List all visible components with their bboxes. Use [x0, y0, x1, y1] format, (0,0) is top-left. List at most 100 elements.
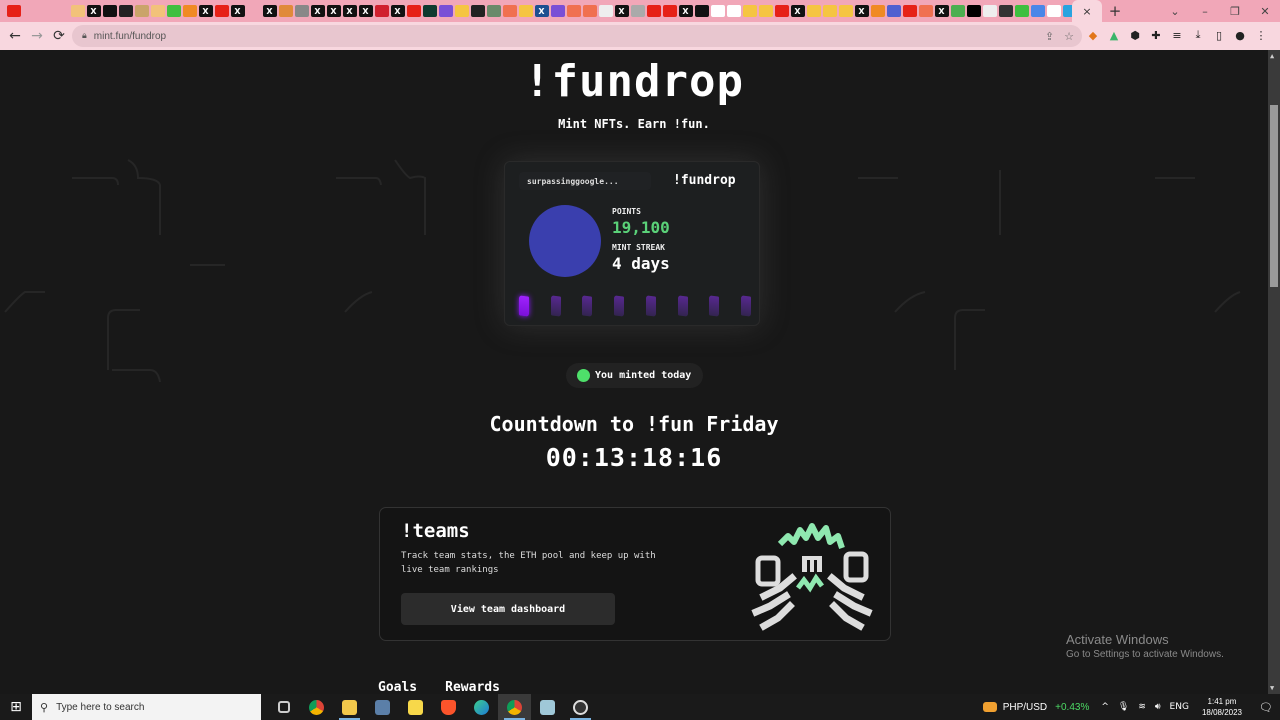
tab-goals[interactable]: Goals [378, 680, 417, 694]
tab-favicon-asterisk-icon[interactable] [54, 5, 69, 17]
tab-favicon-yellow-icon[interactable] [838, 5, 853, 17]
taskbar-calculator[interactable] [366, 694, 399, 720]
tab-favicon-x-icon[interactable]: X [326, 5, 341, 17]
start-button[interactable]: ⊞ [0, 699, 32, 715]
reload-button[interactable]: ⟳ [48, 28, 70, 44]
forward-button[interactable]: → [26, 28, 48, 44]
tab-favicon-emoji-icon[interactable] [150, 5, 165, 17]
tab-favicon-white-icon[interactable] [982, 5, 997, 17]
tab-search-button[interactable]: ⌄ [1160, 5, 1190, 18]
taskbar-edge[interactable] [465, 694, 498, 720]
tab-favicon-x-icon[interactable]: X [310, 5, 325, 17]
tab-favicon-yellow-icon[interactable] [742, 5, 757, 17]
address-bar[interactable]: 🔒︎ mint.fun/fundrop ⇪ ☆ [72, 25, 1082, 47]
tab-favicon-x-icon[interactable]: X [342, 5, 357, 17]
wifi-icon[interactable]: ≋ [1138, 702, 1146, 712]
tab-favicon-chat-icon[interactable] [550, 5, 565, 17]
taskbar-obs[interactable] [564, 694, 597, 720]
tab-favicon-white-icon[interactable] [598, 5, 613, 17]
scroll-up-icon[interactable]: ▲ [1270, 52, 1274, 60]
page-scrollbar[interactable]: ▲ ▼ [1268, 50, 1280, 694]
tab-favicon-x-icon[interactable]: X [614, 5, 629, 17]
tab-favicon-orange-icon[interactable] [870, 5, 885, 17]
tab-favicon-yellow-icon[interactable] [806, 5, 821, 17]
tab-favicon-orange-square-icon[interactable] [278, 5, 293, 17]
share-icon[interactable]: ⇪ [1045, 30, 1054, 43]
profile-icon[interactable]: ● [1233, 28, 1247, 42]
puzzle-icon[interactable]: ✚ [1149, 28, 1163, 42]
lock-icon[interactable]: 🔒︎ [82, 31, 87, 41]
tab-favicon-mug-icon[interactable] [918, 5, 933, 17]
taskbar-chrome[interactable] [300, 694, 333, 720]
tab-favicon-x-icon[interactable]: X [390, 5, 405, 17]
tab-favicon-sep-icon[interactable] [38, 5, 53, 17]
close-window-button[interactable]: ✕ [1250, 5, 1280, 18]
menu-icon[interactable]: ⋮ [1254, 28, 1268, 42]
new-tab-button[interactable]: + [1102, 2, 1128, 20]
tab-favicon-medium-dark-icon[interactable] [694, 5, 709, 17]
language-indicator[interactable]: ENG [1170, 702, 1189, 712]
tab-favicon-black-icon[interactable] [966, 5, 981, 17]
extension-shield-icon[interactable]: ⬢ [1128, 28, 1142, 42]
tab-favicon-globe-icon[interactable] [294, 5, 309, 17]
tab-favicon-x-icon[interactable]: X [230, 5, 245, 17]
clock[interactable]: 1:41 pm 18/08/2023 [1202, 696, 1242, 718]
tab-favicon-yellow-icon[interactable] [518, 5, 533, 17]
tab-favicon-x-icon[interactable]: X [790, 5, 805, 17]
media-icon[interactable]: ≡ [1170, 28, 1184, 42]
tab-favicon-a-icon[interactable] [726, 5, 741, 17]
tab-favicon-x-icon[interactable]: X [678, 5, 693, 17]
tab-favicon-google-icon[interactable] [1046, 5, 1061, 17]
tab-favicon-ext-icon[interactable] [22, 5, 37, 17]
scroll-down-icon[interactable]: ▼ [1270, 684, 1274, 692]
taskbar-chrome-profile[interactable] [498, 694, 531, 720]
metamask-icon[interactable]: ◆ [1086, 28, 1100, 42]
tab-favicon-youtube-icon[interactable] [774, 5, 789, 17]
tab-favicon-green-icon[interactable] [950, 5, 965, 17]
tab-favicon-list-icon[interactable] [438, 5, 453, 17]
tab-favicon-x-icon[interactable]: X [934, 5, 949, 17]
tab-favicon-ant-icon[interactable] [134, 5, 149, 17]
tab-favicon-x-icon[interactable]: X [854, 5, 869, 17]
back-button[interactable]: ← [4, 28, 26, 44]
restore-button[interactable]: ❐ [1220, 5, 1250, 18]
tab-favicon-coin-icon[interactable] [566, 5, 581, 17]
volume-icon[interactable]: 🔊︎ [1155, 702, 1161, 712]
tab-favicon-dark-icon[interactable] [998, 5, 1013, 17]
taskbar-search[interactable]: ⚲ Type here to search [32, 694, 261, 720]
extension-green-icon[interactable]: ▲ [1107, 28, 1121, 42]
tab-favicon-youtube-icon[interactable] [662, 5, 677, 17]
task-view-button[interactable] [267, 694, 300, 720]
view-team-dashboard-button[interactable]: View team dashboard [401, 593, 615, 625]
tab-favicon-x-icon[interactable]: X [358, 5, 373, 17]
tab-favicon-google-icon[interactable] [710, 5, 725, 17]
scrollbar-thumb[interactable] [1270, 105, 1278, 287]
star-icon[interactable]: ☆ [1064, 30, 1074, 43]
tab-favicon-face-icon[interactable] [502, 5, 517, 17]
tab-favicon-youtube-icon[interactable] [902, 5, 917, 17]
tab-favicon-orange-icon[interactable] [182, 5, 197, 17]
tab-favicon-yellow-icon[interactable] [758, 5, 773, 17]
tab-favicon-circle-x-icon[interactable] [102, 5, 117, 17]
tab-favicon-youtube-icon[interactable] [646, 5, 661, 17]
taskbar-file-explorer[interactable] [333, 694, 366, 720]
tab-favicon-x-icon[interactable]: X [198, 5, 213, 17]
tab-favicon-x-icon[interactable]: X [86, 5, 101, 17]
ticker-change[interactable]: +0.43% [1055, 702, 1089, 713]
tab-favicon-green-circle-icon[interactable] [1014, 5, 1029, 17]
taskbar-notepad[interactable] [531, 694, 564, 720]
tab-favicon-youtube-icon[interactable] [214, 5, 229, 17]
tab-favicon-monitor-icon[interactable] [486, 5, 501, 17]
taskbar-sticky-notes[interactable] [399, 694, 432, 720]
tab-favicon-circle-red-icon[interactable] [246, 5, 261, 17]
download-icon[interactable]: ⤓ [1191, 28, 1205, 42]
close-tab-icon[interactable]: × [1082, 5, 1091, 18]
tab-rewards[interactable]: Rewards [445, 680, 500, 694]
ticker-symbol[interactable]: PHP/USD [1003, 702, 1047, 713]
notifications-icon[interactable]: 🗨︎ [1252, 701, 1280, 714]
tab-favicon-telegram-icon[interactable] [1062, 5, 1072, 17]
tab-favicon-circle-dark-icon[interactable] [118, 5, 133, 17]
minimize-button[interactable]: – [1190, 5, 1220, 18]
tab-favicon-emoji-icon[interactable] [70, 5, 85, 17]
tab-favicon-opera-icon[interactable] [374, 5, 389, 17]
